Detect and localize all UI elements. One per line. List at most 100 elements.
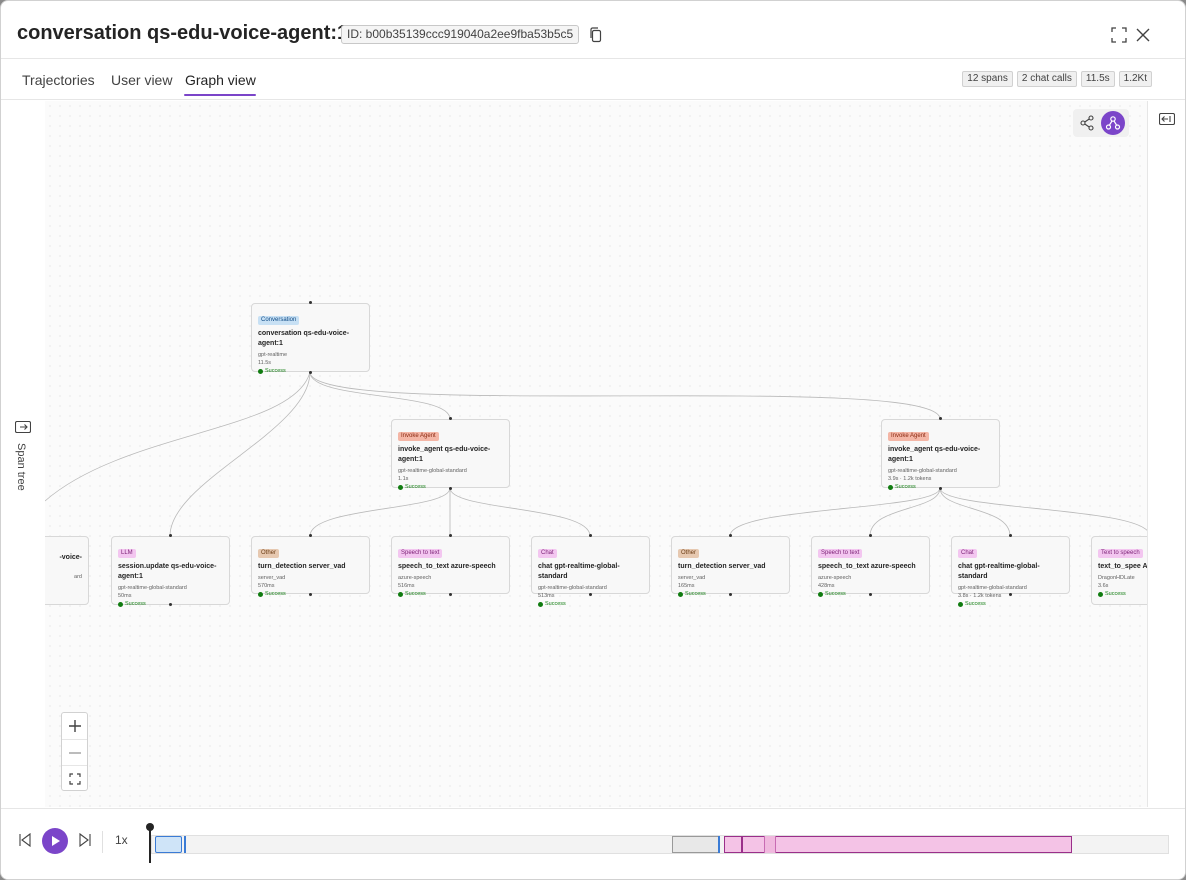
zoom-out-button[interactable] (62, 739, 87, 765)
trace-stats: 12 spans 2 chat calls 11.5s 1.2Kt (962, 71, 1152, 87)
status-text: Success (895, 484, 916, 490)
close-button[interactable] (1133, 25, 1153, 45)
details-rail (1147, 101, 1185, 807)
status-text: Success (125, 601, 146, 607)
graph-toolbar (1073, 109, 1129, 137)
edge-inv1-other1 (309, 487, 451, 537)
zoom-controls (61, 712, 88, 791)
span-type-tag: Invoke Agent (398, 432, 439, 441)
page-title: conversation qs-edu-voice-agent:1 (17, 22, 349, 44)
span-node-invoke-agent-2[interactable]: Invoke Agent invoke_agent qs-edu-voice-a… (881, 419, 1000, 490)
span-type-tag: Speech to text (818, 549, 863, 558)
zoom-in-button[interactable] (62, 713, 87, 739)
status-text: Success (405, 484, 426, 490)
timeline-track[interactable] (151, 835, 1169, 854)
expand-icon (1111, 27, 1127, 43)
span-name: invoke_agent qs-edu-voice-agent:1 (398, 446, 491, 463)
span-type-tag: Invoke Agent (888, 432, 929, 441)
span-model: server_vad (678, 575, 706, 581)
span-node-chat-2[interactable]: Chat chat gpt-realtime-global-standard g… (951, 536, 1070, 607)
fit-view-button[interactable] (62, 765, 87, 791)
node-port (309, 301, 312, 304)
copy-id-button[interactable] (587, 25, 605, 45)
span-model: gpt-realtime-global-standard (118, 585, 187, 591)
timeline-segment-inner (764, 836, 776, 853)
close-icon (1136, 28, 1150, 42)
span-node-invoke-agent-1[interactable]: Invoke Agent invoke_agent qs-edu-voice-a… (391, 419, 510, 490)
edge-conv-invoke2 (309, 371, 941, 420)
span-node-speech-to-text-2[interactable]: Speech to text speech_to_text azure-spee… (811, 536, 930, 597)
span-name: speech_to_text azure-speech (398, 563, 496, 570)
status-text: Success (265, 591, 286, 597)
play-button[interactable] (42, 828, 68, 854)
span-duration: 3.6s (1098, 583, 1109, 589)
span-node-chat-1[interactable]: Chat chat gpt-realtime-global-standard g… (531, 536, 650, 607)
span-tree-toggle[interactable] (14, 419, 32, 435)
timeline-segment-stt (724, 836, 742, 853)
timeline-segment-other (672, 836, 720, 853)
node-port (169, 534, 172, 537)
skip-back-icon (19, 833, 31, 847)
details-panel-toggle[interactable] (1158, 111, 1176, 127)
span-node-turn-detection-1[interactable]: Other turn_detection server_vad server_v… (251, 536, 370, 597)
trace-dialog: conversation qs-edu-voice-agent:1 ID: b0… (0, 0, 1186, 880)
skip-forward-button[interactable] (77, 832, 93, 848)
node-port (869, 534, 872, 537)
span-model: gpt-realtime (258, 352, 288, 358)
tokens-badge: 1.2Kt (1118, 71, 1152, 87)
status-text: Success (545, 601, 566, 607)
span-type-tag: Chat (538, 549, 557, 558)
span-node-text-to-speech[interactable]: Text to speech text_to_spee Ava:Dragon D… (1091, 536, 1147, 605)
span-node-speech-to-text-1[interactable]: Speech to text speech_to_text azure-spee… (391, 536, 510, 597)
span-model: gpt-realtime-global-standard (538, 585, 607, 591)
node-port (729, 534, 732, 537)
span-name: conversation qs-edu-voice-agent:1 (258, 330, 350, 347)
layout-button[interactable] (1101, 111, 1125, 135)
span-name: session.update qs-edu-voice-agent:1 (118, 563, 217, 580)
playhead-handle[interactable] (146, 823, 154, 831)
span-duration: 570ms (258, 583, 275, 589)
skip-forward-icon (79, 833, 91, 847)
success-dot-icon (958, 602, 963, 607)
playback-bar: 1x (1, 808, 1185, 879)
tab-trajectories[interactable]: Trajectories (22, 72, 95, 88)
node-port (309, 593, 312, 596)
span-model: gpt-realtime-global-standard (958, 585, 1027, 591)
success-dot-icon (398, 592, 403, 597)
edge-inv1-chat1 (449, 487, 591, 537)
span-type-tag: Other (258, 549, 280, 558)
tab-graph-view[interactable]: Graph view (185, 72, 256, 88)
status-text: Success (825, 591, 846, 597)
span-duration: 428ms (818, 583, 835, 589)
skip-back-button[interactable] (17, 832, 33, 848)
duration-badge: 11.5s (1080, 71, 1115, 87)
divider (102, 831, 103, 853)
span-tree-label[interactable]: Span tree (15, 443, 27, 491)
share-button[interactable] (1077, 113, 1097, 133)
success-dot-icon (538, 602, 543, 607)
fullscreen-button[interactable] (1109, 25, 1129, 45)
node-port (449, 487, 452, 490)
edge-conv-llm (169, 371, 311, 537)
status-text: Success (405, 591, 426, 597)
fit-view-icon (68, 772, 81, 785)
timeline-marker (184, 836, 186, 853)
span-node-llm[interactable]: LLM session.update qs-edu-voice-agent:1 … (111, 536, 230, 607)
span-node-turn-detection-2[interactable]: Other turn_detection server_vad server_v… (671, 536, 790, 597)
span-name: chat gpt-realtime-global-standard (958, 563, 1040, 580)
node-port (939, 417, 942, 420)
success-dot-icon (118, 602, 123, 607)
span-type-tag: LLM (118, 549, 136, 558)
span-name: -voice- (59, 554, 82, 561)
span-node-partial[interactable]: -voice- ard (45, 536, 89, 605)
span-model: azure-speech (818, 575, 852, 581)
plus-icon (68, 720, 81, 732)
timeline-segment-conversation (155, 836, 182, 853)
playback-speed[interactable]: 1x (115, 833, 128, 847)
span-node-conversation[interactable]: Conversation conversation qs-edu-voice-a… (251, 303, 370, 374)
view-tabs: Trajectories User view Graph view 12 spa… (1, 60, 1185, 100)
node-port (939, 487, 942, 490)
panel-collapse-icon (1159, 113, 1175, 125)
graph-canvas[interactable]: Conversation conversation qs-edu-voice-a… (45, 101, 1147, 807)
tab-user-view[interactable]: User view (111, 72, 172, 88)
